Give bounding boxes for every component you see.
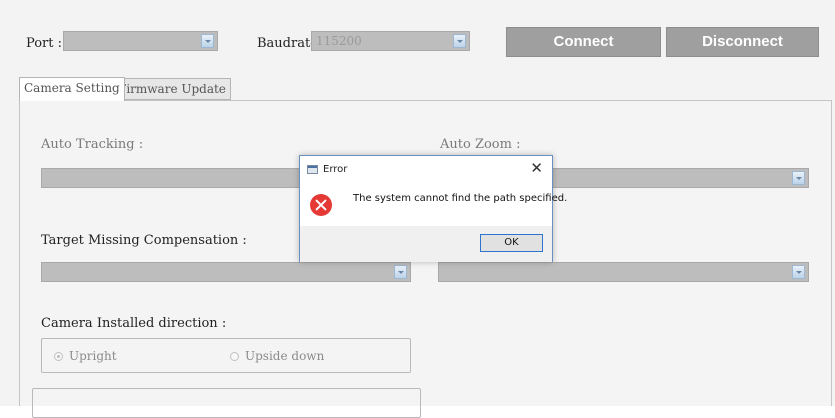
camera-control-app: Port : Baudrate: 115200 Connect Disconne… — [0, 0, 835, 418]
chevron-down-icon[interactable] — [394, 265, 407, 279]
port-label: Port : — [26, 36, 62, 51]
radio-upright[interactable] — [54, 352, 63, 361]
target-missing-label: Target Missing Compensation : — [41, 233, 247, 248]
installed-direction-group: Upright Upside down — [41, 338, 411, 373]
radio-upside-down[interactable] — [230, 352, 239, 361]
radio-upright-label[interactable]: Upright — [69, 349, 117, 363]
error-icon — [310, 194, 332, 216]
chevron-down-icon[interactable] — [453, 34, 466, 48]
auto-tracking-label: Auto Tracking : — [41, 137, 144, 152]
chevron-down-icon[interactable] — [201, 34, 214, 48]
dialog-message: The system cannot find the path specifie… — [353, 193, 568, 204]
secondary-select[interactable] — [438, 262, 809, 282]
target-missing-select[interactable] — [41, 262, 411, 282]
installed-direction-label: Camera Installed direction : — [41, 316, 227, 331]
disconnect-button[interactable]: Disconnect — [666, 27, 819, 57]
window-icon — [307, 165, 318, 174]
port-select[interactable] — [63, 31, 218, 51]
dialog-title: Error — [323, 164, 348, 175]
tab-firmware-update[interactable]: Firmware Update — [113, 78, 231, 100]
baudrate-value: 115200 — [316, 34, 362, 48]
dialog-footer: OK — [300, 226, 552, 262]
chevron-down-icon[interactable] — [792, 265, 805, 279]
auto-zoom-label: Auto Zoom : — [440, 137, 521, 152]
connect-button[interactable]: Connect — [506, 27, 661, 57]
baudrate-select[interactable]: 115200 — [311, 31, 470, 51]
close-icon[interactable]: ✕ — [530, 159, 543, 177]
ok-button[interactable]: OK — [480, 234, 543, 252]
bottom-group-box — [32, 388, 421, 418]
tab-camera-setting[interactable]: Camera Setting — [19, 77, 125, 101]
radio-upside-down-label[interactable]: Upside down — [245, 349, 324, 363]
error-dialog: Error ✕ The system cannot find the path … — [299, 155, 567, 262]
chevron-down-icon[interactable] — [792, 171, 805, 185]
